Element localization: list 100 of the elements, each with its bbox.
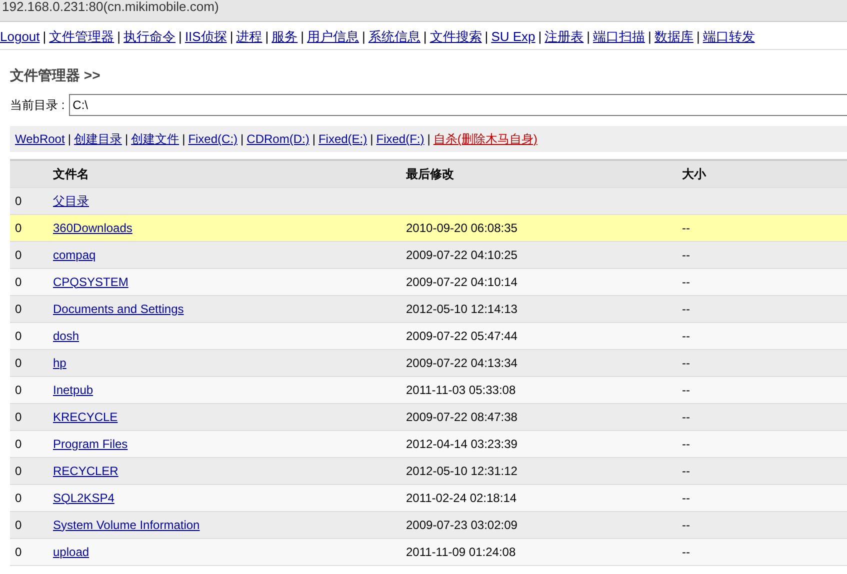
separator: | — [427, 131, 430, 148]
separator: | — [696, 29, 700, 44]
separator: | — [312, 131, 316, 148]
modified-date: 2009-07-22 04:13:34 — [406, 356, 518, 370]
row-index: 0 — [15, 302, 22, 316]
file-size: -- — [682, 328, 690, 342]
row-index: 0 — [15, 356, 22, 370]
modified-date: 2012-05-10 12:31:12 — [406, 464, 518, 478]
nav-link[interactable]: 端口转发 — [702, 29, 755, 44]
file-size: -- — [682, 464, 690, 478]
file-size: -- — [682, 490, 690, 504]
separator: | — [42, 29, 46, 44]
modified-date: 2009-07-22 08:47:38 — [406, 410, 518, 424]
modified-date: 2009-07-22 04:10:14 — [406, 274, 518, 288]
file-size: -- — [682, 302, 690, 316]
row-index: 0 — [15, 328, 22, 342]
file-size: -- — [682, 248, 690, 262]
separator: | — [117, 29, 121, 44]
nav-link[interactable]: 执行命令 — [124, 29, 176, 44]
row-index: 0 — [15, 464, 22, 478]
modified-date: 2012-04-14 03:23:39 — [406, 436, 518, 450]
separator: | — [648, 29, 652, 44]
row-index: 0 — [15, 194, 22, 208]
separator: | — [68, 131, 71, 148]
file-size: -- — [682, 382, 690, 396]
window-title: 192.168.0.231:80(cn.mikimobile.com) — [2, 0, 219, 14]
nav-link[interactable]: Logout — [0, 29, 40, 44]
folder-link[interactable]: Program Files — [53, 436, 128, 450]
nav-link[interactable]: 文件搜索 — [430, 29, 482, 44]
column-header: 最后修改 — [406, 166, 454, 181]
row-index: 0 — [15, 248, 22, 262]
row-index: 0 — [15, 490, 22, 504]
nav-link[interactable]: 进程 — [236, 29, 262, 44]
modified-date: 2012-05-10 12:14:13 — [406, 302, 518, 316]
modified-date: 2011-11-09 01:24:08 — [406, 544, 516, 558]
nav-link[interactable]: 服务 — [272, 29, 298, 44]
directory-field[interactable]: C:\ — [68, 94, 847, 116]
separator: | — [362, 29, 366, 44]
row-index: 0 — [15, 274, 22, 288]
toolbar-link[interactable]: CDRom(D:) — [246, 130, 310, 148]
file-size: -- — [682, 518, 690, 532]
separator: | — [178, 29, 182, 44]
modified-date: 2011-11-03 05:33:08 — [406, 382, 516, 396]
folder-link[interactable]: CPQSYSTEM — [53, 274, 128, 288]
toolbar-link[interactable]: Fixed(F:) — [376, 130, 424, 148]
folder-link[interactable]: KRECYCLE — [53, 410, 118, 424]
separator: | — [586, 29, 590, 44]
separator: | — [182, 131, 186, 148]
separator: | — [265, 29, 269, 44]
toolbar-link[interactable]: WebRoot — [15, 130, 65, 148]
nav-link[interactable]: 文件管理器 — [49, 29, 114, 44]
row-index: 0 — [15, 410, 22, 424]
separator: | — [124, 131, 128, 148]
modified-date: 2009-07-23 03:02:09 — [406, 518, 518, 532]
separator: | — [300, 29, 304, 44]
folder-link[interactable]: 父目录 — [53, 194, 89, 208]
modified-date: 2009-07-22 04:10:25 — [406, 248, 518, 262]
separator: | — [370, 131, 374, 148]
modified-date: 2010-09-20 06:08:35 — [406, 220, 518, 234]
folder-link[interactable]: hp — [53, 356, 66, 370]
column-header: 大小 — [682, 166, 706, 181]
separator: | — [423, 29, 427, 44]
folder-link[interactable]: Documents and Settings — [53, 302, 184, 316]
file-size: -- — [682, 436, 690, 450]
folder-link[interactable]: Inetpub — [53, 382, 94, 396]
nav-link[interactable]: 系统信息 — [368, 29, 420, 44]
file-size: -- — [682, 220, 690, 234]
file-size: -- — [682, 544, 690, 558]
folder-link[interactable]: upload — [53, 544, 90, 558]
field-label: 当前目录 : — [10, 97, 65, 114]
folder-link[interactable]: dosh — [53, 328, 80, 342]
file-size: -- — [682, 356, 690, 370]
row-index: 0 — [15, 518, 22, 532]
modified-date: 2009-07-22 05:47:44 — [406, 328, 518, 342]
file-size: -- — [682, 274, 690, 288]
nav-link[interactable]: IIS侦探 — [184, 29, 227, 44]
separator: | — [538, 29, 542, 44]
folder-link[interactable]: SQL2KSP4 — [53, 490, 114, 504]
folder-link[interactable]: 360Downloads — [53, 220, 132, 234]
separator: | — [240, 131, 244, 148]
folder-link[interactable]: RECYCLER — [53, 464, 118, 478]
self-delete-link[interactable]: 自杀(删除木马自身) — [433, 130, 538, 148]
toolbar-link[interactable]: Fixed(E:) — [318, 130, 368, 148]
folder-link[interactable]: compaq — [53, 248, 96, 262]
row-index: 0 — [15, 436, 22, 450]
row-index: 0 — [15, 220, 22, 234]
row-index: 0 — [15, 382, 22, 396]
nav-link[interactable]: 端口扫描 — [593, 29, 646, 44]
nav-link[interactable]: SU Exp — [491, 29, 536, 44]
section-heading: 文件管理器 >> — [10, 66, 100, 85]
nav-link[interactable]: 数据库 — [654, 29, 694, 44]
toolbar-link[interactable]: Fixed(C:) — [188, 130, 238, 148]
separator: | — [484, 29, 488, 44]
modified-date: 2011-02-24 02:18:14 — [406, 490, 517, 504]
toolbar-link[interactable]: 创建目录 — [74, 130, 122, 148]
nav-link[interactable]: 用户信息 — [307, 29, 360, 44]
nav-link[interactable]: 注册表 — [544, 29, 584, 44]
row-index: 0 — [15, 544, 22, 558]
separator: | — [230, 29, 234, 44]
toolbar-link[interactable]: 创建文件 — [131, 130, 180, 148]
